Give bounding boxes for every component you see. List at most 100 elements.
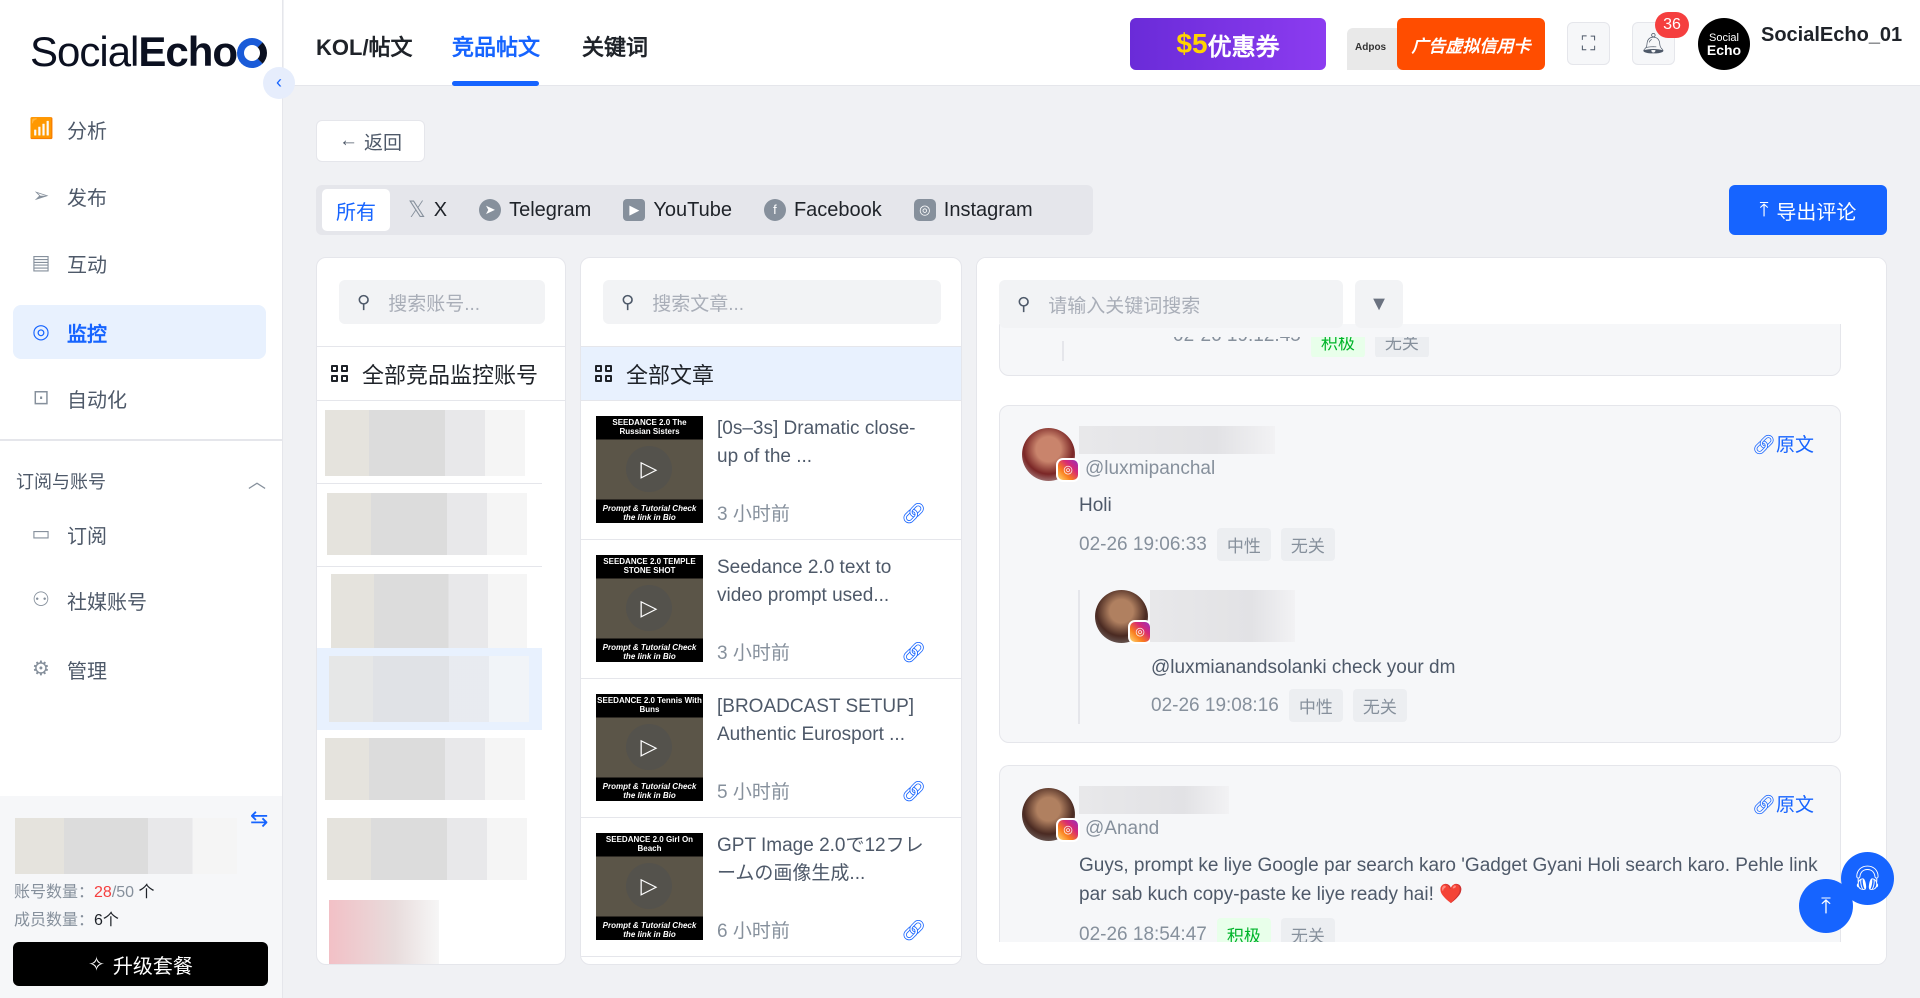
article-item[interactable]: SEEDANCE 2.0 TEMPLE STONE SHOT ▷ Prompt & … — [581, 540, 961, 679]
comment-search-input[interactable]: ⚲ 请输入关键词搜索 — [999, 280, 1343, 328]
tab-keywords[interactable]: 关键词 — [582, 30, 648, 62]
member-count: 成员数量：6个 — [14, 906, 119, 930]
account-count: 账号数量：28/50 个 — [14, 878, 155, 902]
account-used: 28 — [94, 884, 112, 901]
filter-icon: ▼ — [1369, 293, 1389, 315]
link-icon[interactable]: 🔗︎ — [901, 779, 926, 804]
header-label: 全部文章 — [626, 362, 715, 388]
account-item[interactable] — [325, 738, 525, 800]
article-title: Seedance 2.0 text to video prompt used..… — [717, 557, 892, 606]
coupon-banner[interactable]: $5 优惠券 — [1130, 18, 1326, 70]
upgrade-button[interactable]: ✧ 升级套餐 — [13, 942, 268, 986]
all-articles-header[interactable]: 全部文章 — [581, 346, 961, 401]
search-icon: ⚲ — [357, 291, 371, 312]
sidebar-item-label: 发布 — [67, 187, 107, 210]
all-accounts-header[interactable]: 全部竞品监控账号 — [317, 346, 565, 401]
article-title: GPT Image 2.0で12フレームの画像生成... — [717, 835, 924, 884]
article-item[interactable]: SEEDANCE 2.0 Tennis With Buns ▷ Prompt & T… — [581, 679, 961, 818]
robot-icon: ⊡ — [32, 387, 50, 409]
account-search-input[interactable]: ⚲ 搜索账号... — [339, 280, 545, 324]
platform-tab-facebook[interactable]: f Facebook — [750, 189, 896, 231]
commenter-handle[interactable]: @luxmipanchal — [1085, 458, 1215, 480]
link-icon[interactable]: 🔗︎ — [901, 501, 926, 526]
filter-button[interactable]: ▼ — [1355, 280, 1403, 328]
sidebar-item-subscription[interactable]: ▭ 订阅 — [13, 507, 266, 561]
notification-badge: 36 — [1655, 12, 1689, 38]
tab-kol-posts[interactable]: KOL/帖文 — [316, 30, 413, 62]
back-button[interactable]: ← 返回 — [316, 120, 425, 162]
instagram-icon: ◎ — [1056, 818, 1080, 842]
relevance-tag: 无关 — [1352, 689, 1407, 722]
chevron-left-icon: ‹ — [276, 72, 282, 92]
tab-competitor-posts[interactable]: 竞品帖文 — [452, 30, 540, 62]
sidebar-item-monitor[interactable]: ◎ 监控 — [13, 305, 266, 359]
thumbnail-title: SEEDANCE 2.0 Tennis With Buns — [597, 696, 702, 714]
workspace-selector-blurred[interactable] — [15, 818, 237, 874]
account-item[interactable] — [331, 574, 527, 650]
tab-label: Telegram — [509, 198, 592, 221]
sentiment-tag: 积极 — [1310, 337, 1365, 357]
sidebar-item-social-accounts[interactable]: ⚇ 社媒账号 — [13, 573, 266, 627]
sidebar-item-label: 互动 — [67, 254, 107, 277]
comments-panel: 02-26 19:12:45 积极无关 ⚲ 请输入关键词搜索 ▼ ◎ @luxmip… — [976, 257, 1887, 965]
link-icon[interactable]: 🔗︎ — [901, 640, 926, 665]
commenter-handle[interactable]: @Anand — [1085, 818, 1159, 840]
sidebar-item-manage[interactable]: ⚙ 管理 — [13, 642, 266, 696]
account-item[interactable] — [327, 818, 527, 880]
article-item[interactable]: SEEDANCE 2.0 The Russian Sisters ▷ Prompt … — [581, 401, 961, 540]
reply-line — [1078, 590, 1080, 724]
platform-tab-all[interactable]: 所有 — [322, 189, 390, 231]
collapse-sidebar-button[interactable]: ‹ — [263, 67, 295, 99]
account-item[interactable] — [327, 493, 527, 555]
play-icon: ▷ — [626, 446, 672, 492]
link-icon[interactable]: 🔗︎ — [901, 918, 926, 943]
export-label: 导出评论 — [1776, 201, 1857, 224]
ad-card-banner[interactable]: Adpos 广告虚拟信用卡 — [1347, 18, 1545, 70]
fullscreen-button[interactable]: ⛶ — [1567, 22, 1610, 65]
original-link[interactable]: 🔗︎原文 — [1752, 790, 1814, 817]
tab-label: Facebook — [793, 198, 882, 221]
platform-tab-instagram[interactable]: ◎ Instagram — [900, 189, 1047, 231]
sidebar-item-label: 订阅 — [67, 525, 107, 548]
sidebar-item-automation[interactable]: ⊡ 自动化 — [13, 371, 266, 425]
switch-arrows-icon[interactable]: ⇆ — [250, 806, 268, 832]
original-link[interactable]: 🔗︎原文 — [1752, 430, 1814, 457]
account-item-selected[interactable] — [317, 648, 542, 730]
article-search-input[interactable]: ⚲ 搜索文章... — [603, 280, 941, 324]
export-comments-button[interactable]: ⤒ 导出评论 — [1729, 185, 1887, 235]
instagram-icon: ◎ — [1128, 620, 1152, 644]
sidebar-item-analysis[interactable]: 📶 分析 — [13, 102, 266, 156]
thumbnail-footer: Prompt & Tutorial Check the link in Bio — [602, 921, 697, 939]
arrow-left-icon: ← — [338, 130, 358, 151]
article-thumbnail: SEEDANCE 2.0 Girl On Beach ▷ Prompt & Tuto… — [596, 833, 703, 940]
scroll-to-top-button[interactable]: ⤒ — [1799, 879, 1853, 933]
divider — [0, 439, 283, 441]
sidebar-item-label: 社媒账号 — [67, 591, 147, 614]
avatar[interactable]: Social Echo — [1698, 18, 1750, 70]
username[interactable]: SocialEcho_01 — [1761, 24, 1902, 47]
comment-text: Guys, prompt ke liye Google par search k… — [1079, 855, 1818, 905]
article-thumbnail: SEEDANCE 2.0 The Russian Sisters ▷ Prompt … — [596, 416, 703, 523]
section-subscriptions-accounts[interactable]: 订阅与账号 ︿ — [16, 468, 266, 494]
accounts-panel: ⚲ 搜索账号... 全部竞品监控账号 — [316, 257, 566, 965]
ad-brand: Adpos — [1347, 28, 1402, 70]
account-item[interactable] — [325, 410, 525, 476]
reply-name-blurred — [1150, 590, 1295, 642]
user-gear-icon: ⚇ — [32, 589, 50, 611]
platform-tab-x[interactable]: 𝕏X — [394, 189, 461, 231]
sidebar-item-publish[interactable]: ➢ 发布 — [13, 169, 266, 223]
platform-tab-telegram[interactable]: ➤ Telegram — [465, 189, 605, 231]
upgrade-label: 升级套餐 — [112, 955, 193, 978]
comment-time: 02-26 19:08:16 — [1151, 694, 1279, 716]
coupon-text: 优惠券 — [1207, 33, 1280, 61]
article-item[interactable]: SEEDANCE 2.0 Girl On Beach ▷ Prompt & Tuto… — [581, 818, 961, 957]
chevron-up-icon[interactable]: ︿ — [248, 468, 266, 494]
account-blur — [329, 656, 529, 722]
grid-icon — [595, 365, 612, 382]
thumbnail-title: SEEDANCE 2.0 Girl On Beach — [605, 835, 694, 853]
comment-meta: 02-26 19:06:33 中性 无关 — [1079, 528, 1335, 561]
sidebar-item-interact[interactable]: ▤ 互动 — [13, 236, 266, 290]
account-item[interactable] — [329, 900, 439, 964]
sentiment-tag: 中性 — [1216, 528, 1271, 561]
platform-tab-youtube[interactable]: ▶ YouTube — [609, 189, 746, 231]
